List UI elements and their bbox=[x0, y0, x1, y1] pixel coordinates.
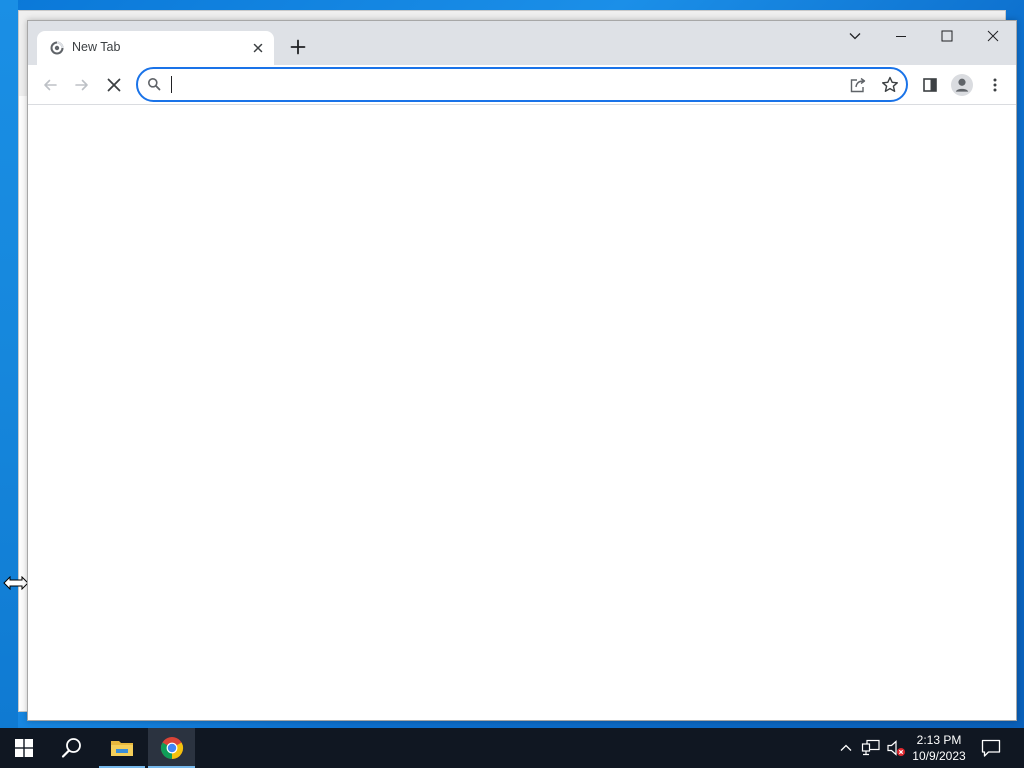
arrow-left-icon bbox=[44, 79, 57, 91]
kebab-menu-icon bbox=[993, 78, 997, 92]
start-button[interactable] bbox=[0, 728, 48, 768]
address-bar[interactable] bbox=[136, 67, 908, 102]
tab-close-button[interactable] bbox=[250, 40, 266, 56]
arrow-right-icon bbox=[75, 79, 88, 91]
back-button[interactable] bbox=[36, 71, 64, 99]
tab-new-tab[interactable]: New Tab bbox=[37, 31, 274, 65]
taskbar-search-button[interactable] bbox=[48, 728, 96, 768]
stop-loading-button[interactable] bbox=[100, 71, 128, 99]
maximize-icon bbox=[941, 30, 953, 42]
profile-avatar-icon bbox=[951, 74, 973, 96]
notification-icon[interactable] bbox=[980, 738, 1002, 758]
tab-title: New Tab bbox=[72, 40, 121, 54]
close-icon bbox=[987, 30, 999, 42]
volume-muted-icon[interactable] bbox=[886, 739, 906, 757]
search-icon bbox=[61, 738, 81, 758]
chevron-down-icon bbox=[849, 33, 861, 40]
star-icon[interactable] bbox=[880, 75, 900, 95]
address-input[interactable] bbox=[170, 74, 810, 95]
close-x-icon bbox=[107, 78, 121, 92]
toolbar bbox=[28, 65, 1016, 105]
maximize-button[interactable] bbox=[924, 21, 970, 51]
menu-button[interactable] bbox=[981, 71, 1009, 99]
forward-button[interactable] bbox=[68, 71, 96, 99]
clock-date: 10/9/2023 bbox=[912, 749, 966, 763]
taskbar: 2:13 PM 10/9/2023 bbox=[0, 728, 1024, 768]
chrome-loading-icon bbox=[50, 41, 64, 55]
tab-search-button[interactable] bbox=[832, 21, 878, 51]
clock-time: 2:13 PM bbox=[916, 733, 962, 747]
windows-logo-icon bbox=[15, 739, 33, 757]
page-content[interactable] bbox=[28, 106, 1016, 720]
close-icon bbox=[253, 43, 263, 53]
search-icon bbox=[148, 78, 161, 91]
minimize-button[interactable] bbox=[878, 21, 924, 51]
side-panel-icon bbox=[923, 78, 937, 92]
clock[interactable]: 2:13 PM 10/9/2023 bbox=[906, 732, 972, 764]
chrome-icon bbox=[160, 737, 184, 759]
desktop-wallpaper bbox=[0, 0, 18, 728]
taskbar-file-explorer[interactable] bbox=[99, 728, 145, 768]
network-icon[interactable] bbox=[861, 739, 881, 757]
new-tab-button[interactable] bbox=[286, 35, 310, 59]
share-icon[interactable] bbox=[848, 76, 868, 94]
minimize-icon bbox=[896, 36, 906, 37]
folder-icon bbox=[111, 741, 133, 756]
text-caret bbox=[171, 76, 172, 93]
tab-strip: New Tab bbox=[28, 21, 1016, 65]
resize-horizontal-cursor-icon bbox=[3, 576, 29, 590]
taskbar-chrome[interactable] bbox=[148, 728, 195, 768]
chevron-up-icon[interactable] bbox=[838, 740, 854, 756]
chrome-window: New Tab bbox=[27, 20, 1017, 721]
plus-icon bbox=[290, 39, 306, 55]
close-window-button[interactable] bbox=[970, 21, 1016, 51]
side-panel-button[interactable] bbox=[916, 71, 944, 99]
profile-button[interactable] bbox=[948, 71, 976, 99]
